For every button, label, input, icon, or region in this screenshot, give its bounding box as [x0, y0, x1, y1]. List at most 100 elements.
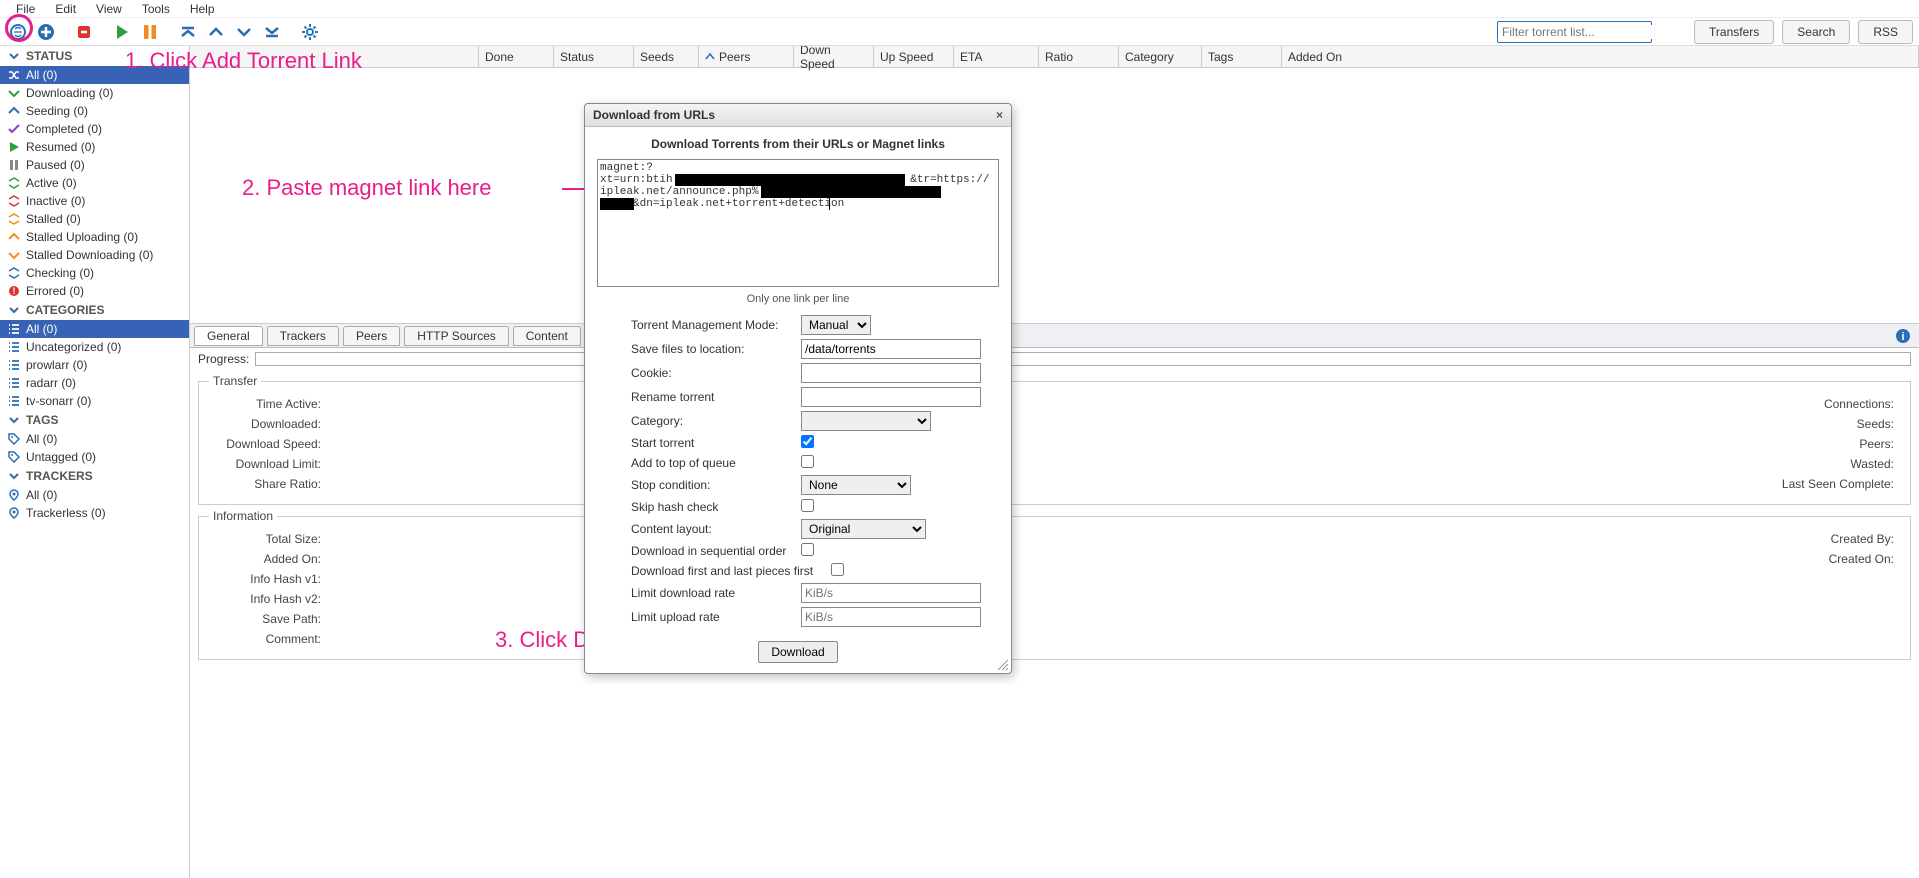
- select-stop-condition[interactable]: None: [801, 475, 911, 495]
- sidebar-status-item[interactable]: Active (0): [0, 174, 189, 192]
- menu-file[interactable]: File: [6, 0, 45, 18]
- shuffle-icon: [8, 69, 20, 81]
- label-created-on: Created On:: [1055, 552, 1901, 566]
- detail-tab-trackers[interactable]: Trackers: [267, 326, 339, 346]
- col-status[interactable]: Status: [554, 46, 634, 67]
- list-icon: [8, 395, 20, 407]
- tab-transfers[interactable]: Transfers: [1694, 20, 1774, 44]
- sidebar-tag-item[interactable]: Untagged (0): [0, 448, 189, 466]
- checkbox-first-last[interactable]: [831, 563, 844, 576]
- checkbox-add-top[interactable]: [801, 455, 814, 468]
- menu-view[interactable]: View: [86, 0, 132, 18]
- col-seeds[interactable]: Seeds: [634, 46, 699, 67]
- dialog-titlebar[interactable]: Download from URLs ×: [585, 104, 1011, 127]
- sidebar-category-item[interactable]: prowlarr (0): [0, 356, 189, 374]
- label-hash-v2: Info Hash v2:: [209, 592, 329, 606]
- input-rename[interactable]: [801, 387, 981, 407]
- col-peers[interactable]: Peers: [699, 46, 794, 67]
- filter-torrents-input-wrap[interactable]: [1497, 21, 1652, 43]
- select-category[interactable]: [801, 411, 931, 431]
- delete-button[interactable]: [72, 20, 96, 44]
- col-tags[interactable]: Tags: [1202, 46, 1282, 67]
- sidebar-section-header[interactable]: CATEGORIES: [0, 300, 189, 320]
- sidebar-section-header[interactable]: TRACKERS: [0, 466, 189, 486]
- checkbox-start-torrent[interactable]: [801, 435, 814, 448]
- info-icon[interactable]: i: [1895, 328, 1911, 344]
- detail-tab-peers[interactable]: Peers: [343, 326, 400, 346]
- dialog-subtitle: Download Torrents from their URLs or Mag…: [597, 137, 999, 151]
- tab-search[interactable]: Search: [1782, 20, 1850, 44]
- menu-help[interactable]: Help: [180, 0, 225, 18]
- settings-button[interactable]: [298, 20, 322, 44]
- plus-icon: [37, 23, 55, 41]
- menu-tools[interactable]: Tools: [132, 0, 180, 18]
- pause-icon: [8, 159, 20, 171]
- input-cookie[interactable]: [801, 363, 981, 383]
- add-file-button[interactable]: [34, 20, 58, 44]
- select-content-layout[interactable]: Original: [801, 519, 926, 539]
- label-first-last: Download first and last pieces first: [631, 564, 831, 578]
- filter-torrents-input[interactable]: [1502, 25, 1657, 39]
- move-bottom-button[interactable]: [260, 20, 284, 44]
- sidebar-section-header[interactable]: STATUS: [0, 46, 189, 66]
- sidebar-item-label: Active (0): [26, 176, 77, 190]
- col-added-on[interactable]: Added On: [1282, 46, 1919, 67]
- sidebar-category-item[interactable]: radarr (0): [0, 374, 189, 392]
- dialog-resize-handle[interactable]: [995, 657, 1009, 671]
- menu-edit[interactable]: Edit: [45, 0, 86, 18]
- col-down-speed[interactable]: Down Speed: [794, 46, 874, 67]
- resume-button[interactable]: [110, 20, 134, 44]
- col-up-speed[interactable]: Up Speed: [874, 46, 954, 67]
- col-done[interactable]: Done: [479, 46, 554, 67]
- sidebar-status-item[interactable]: Resumed (0): [0, 138, 189, 156]
- sidebar-tracker-item[interactable]: Trackerless (0): [0, 504, 189, 522]
- detail-tab-general[interactable]: General: [194, 326, 263, 346]
- label-start-torrent: Start torrent: [631, 436, 801, 450]
- input-ul-rate[interactable]: [801, 607, 981, 627]
- input-dl-rate[interactable]: [801, 583, 981, 603]
- checkbox-sequential[interactable]: [801, 543, 814, 556]
- list-icon: [8, 377, 20, 389]
- col-ratio[interactable]: Ratio: [1039, 46, 1119, 67]
- select-mgmt-mode[interactable]: Manual: [801, 315, 871, 335]
- tab-rss[interactable]: RSS: [1858, 20, 1913, 44]
- move-top-button[interactable]: [176, 20, 200, 44]
- sidebar-status-item[interactable]: Stalled (0): [0, 210, 189, 228]
- sidebar-status-item[interactable]: Downloading (0): [0, 84, 189, 102]
- progress-bar: [255, 352, 1911, 366]
- sidebar-category-item[interactable]: All (0): [0, 320, 189, 338]
- download-button[interactable]: Download: [758, 641, 837, 663]
- col-eta[interactable]: ETA: [954, 46, 1039, 67]
- col-category[interactable]: Category: [1119, 46, 1202, 67]
- sidebar-status-item[interactable]: Paused (0): [0, 156, 189, 174]
- sidebar-status-item[interactable]: Seeding (0): [0, 102, 189, 120]
- sidebar-item-label: Inactive (0): [26, 194, 85, 208]
- list-icon: [8, 341, 20, 353]
- col-name[interactable]: [190, 46, 479, 67]
- sidebar-tag-item[interactable]: All (0): [0, 430, 189, 448]
- move-down-button[interactable]: [232, 20, 256, 44]
- sidebar-status-item[interactable]: Checking (0): [0, 264, 189, 282]
- sidebar-item-label: Uncategorized (0): [26, 340, 121, 354]
- sidebar-status-item[interactable]: Stalled Uploading (0): [0, 228, 189, 246]
- sidebar-status-item[interactable]: All (0): [0, 66, 189, 84]
- input-save-location[interactable]: [801, 339, 981, 359]
- dialog-close-button[interactable]: ×: [996, 108, 1003, 122]
- pause-button[interactable]: [138, 20, 162, 44]
- label-downloaded: Downloaded:: [209, 417, 329, 431]
- detail-tab-http[interactable]: HTTP Sources: [404, 326, 508, 346]
- move-up-button[interactable]: [204, 20, 228, 44]
- sidebar-status-item[interactable]: Stalled Downloading (0): [0, 246, 189, 264]
- detail-tab-content[interactable]: Content: [513, 326, 581, 346]
- sidebar-tracker-item[interactable]: All (0): [0, 486, 189, 504]
- sidebar-status-item[interactable]: Inactive (0): [0, 192, 189, 210]
- sidebar-category-item[interactable]: Uncategorized (0): [0, 338, 189, 356]
- sidebar-status-item[interactable]: !Errored (0): [0, 282, 189, 300]
- sidebar-category-item[interactable]: tv-sonarr (0): [0, 392, 189, 410]
- label-add-top: Add to top of queue: [631, 456, 801, 470]
- add-link-button[interactable]: [6, 20, 30, 44]
- sidebar-section-header[interactable]: TAGS: [0, 410, 189, 430]
- checkbox-skip-hash[interactable]: [801, 499, 814, 512]
- sidebar-status-item[interactable]: Completed (0): [0, 120, 189, 138]
- main-area: General Trackers Peers HTTP Sources Cont…: [190, 68, 1919, 878]
